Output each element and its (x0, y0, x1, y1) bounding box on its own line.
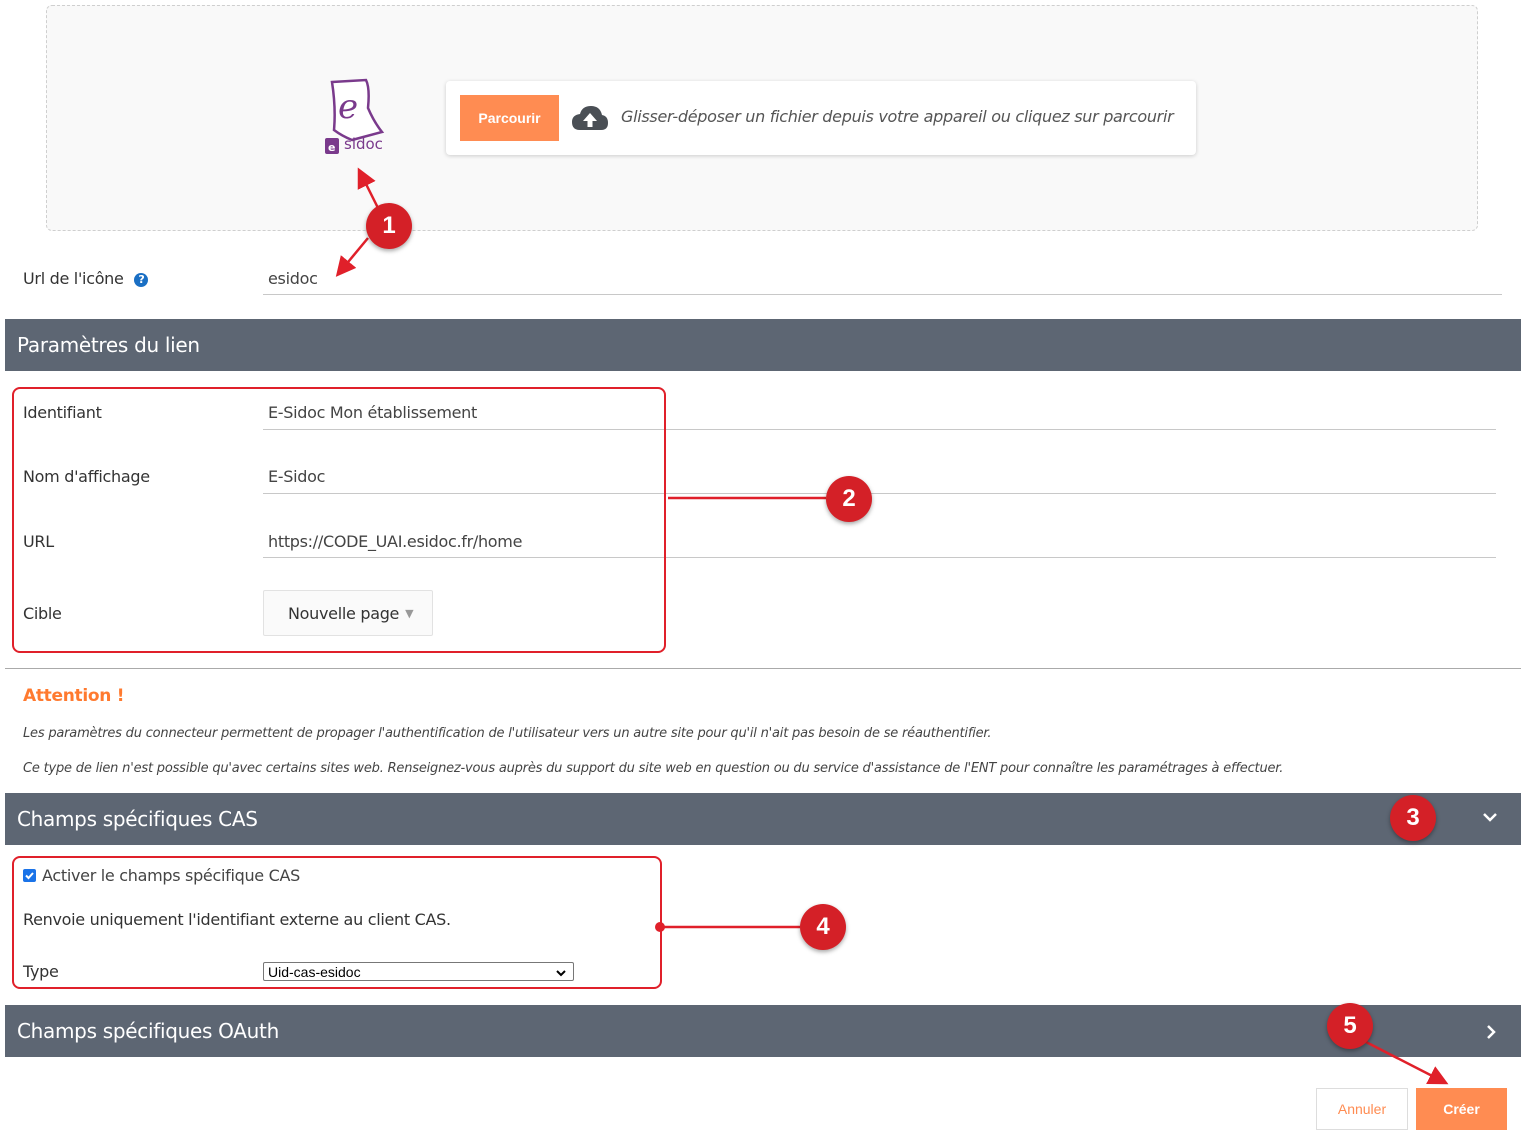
annotation-arrows (335, 167, 1449, 1085)
annotation-marker-2: 2 (826, 476, 872, 522)
annotation-marker-3: 3 (1390, 795, 1436, 841)
annotation-marker-5: 5 (1327, 1003, 1373, 1049)
annotation-marker-4: 4 (800, 904, 846, 950)
annotation-marker-1: 1 (366, 203, 412, 249)
